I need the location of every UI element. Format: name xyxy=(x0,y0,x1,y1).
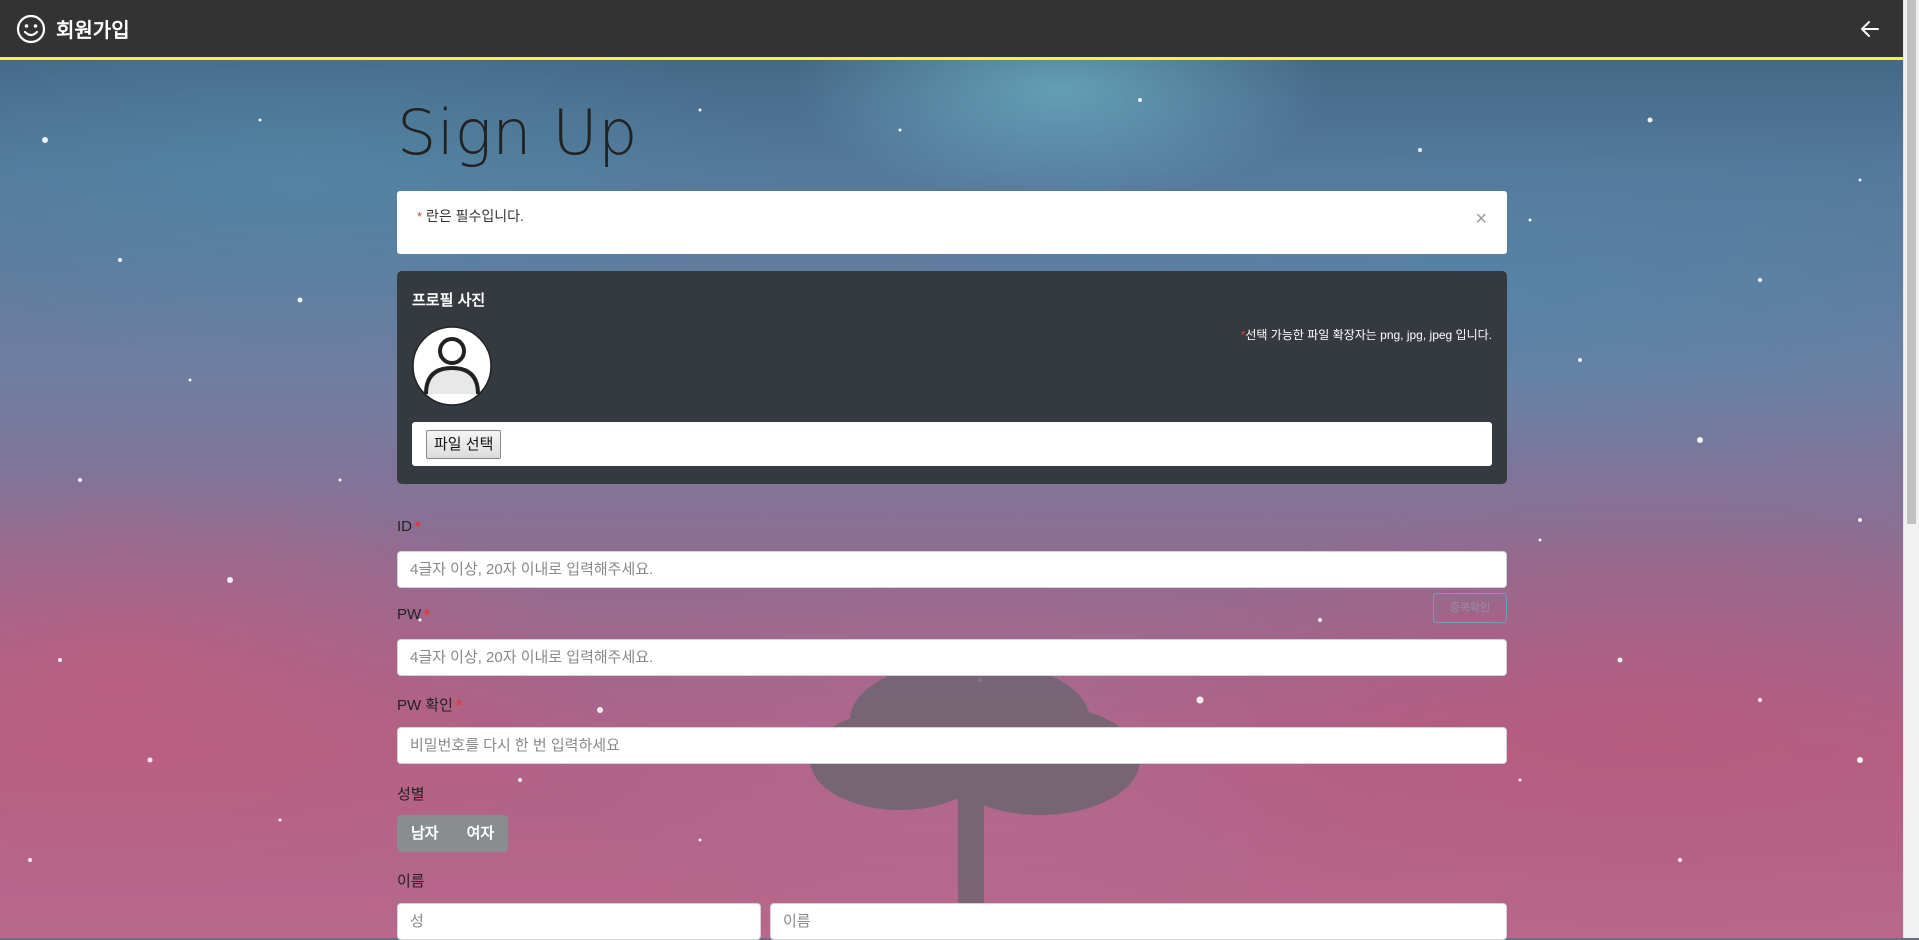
pw-label-text: PW xyxy=(397,606,422,623)
id-label-text: ID xyxy=(397,518,412,535)
page-title: Sign Up xyxy=(397,96,639,169)
required-mark: * xyxy=(424,606,431,623)
notice-text: 란은 필수입니다. xyxy=(422,208,524,224)
gender-female-button[interactable]: 여자 xyxy=(453,815,509,852)
required-mark: * xyxy=(415,518,421,535)
file-select-button[interactable]: 파일 선택 xyxy=(426,430,502,459)
name-label: 이름 xyxy=(397,873,425,890)
file-extension-hint: *선택 가능한 파일 확장자는 png, jpg, jpeg 입니다. xyxy=(1241,326,1492,343)
signup-form-container: Sign Up * 란은 필수입니다. × 프로필 사진 *선택 가능한 파일 … xyxy=(397,60,1507,940)
last-name-input[interactable]: 성 xyxy=(397,903,761,940)
close-icon[interactable]: × xyxy=(1475,209,1487,229)
required-notice-alert: * 란은 필수입니다. × xyxy=(397,191,1507,254)
duplicate-check-button[interactable]: 중복확인 xyxy=(1433,593,1507,623)
app-title: 회원가입 xyxy=(56,20,130,42)
gender-label: 성별 xyxy=(397,786,425,803)
tree-silhouette-decoration xyxy=(810,655,1140,938)
id-input[interactable]: 4글자 이상, 20자 이내로 입력해주세요. xyxy=(397,551,1507,588)
gender-toggle-group: 남자 여자 xyxy=(397,815,509,852)
pw-label: PW * xyxy=(397,606,430,623)
profile-photo-panel: 프로필 사진 *선택 가능한 파일 확장자는 png, jpg, jpeg 입니… xyxy=(397,271,1507,484)
required-mark: * xyxy=(455,697,462,714)
profile-photo-title: 프로필 사진 xyxy=(412,292,486,309)
top-navigation-bar: 회원가입 xyxy=(0,0,1903,60)
first-name-input[interactable]: 이름 xyxy=(770,903,1507,940)
smile-icon[interactable] xyxy=(16,14,46,44)
scrollbar-thumb[interactable] xyxy=(1907,0,1916,524)
file-extension-hint-text: 선택 가능한 파일 확장자는 png, jpg, jpeg 입니다. xyxy=(1245,328,1492,342)
vertical-scrollbar[interactable] xyxy=(1903,0,1919,938)
pw-confirm-label-text: PW 확인 xyxy=(397,697,453,714)
file-input-box: 파일 선택 xyxy=(412,422,1492,466)
arrow-left-icon[interactable] xyxy=(1859,18,1881,40)
user-avatar-icon xyxy=(412,326,492,406)
id-label: ID * xyxy=(397,518,421,535)
gender-male-button[interactable]: 남자 xyxy=(397,815,453,852)
pw-confirm-input[interactable]: 비밀번호를 다시 한 번 입력하세요 xyxy=(397,727,1507,764)
pw-confirm-label: PW 확인 * xyxy=(397,694,462,715)
pw-input[interactable]: 4글자 이상, 20자 이내로 입력해주세요. xyxy=(397,639,1507,676)
